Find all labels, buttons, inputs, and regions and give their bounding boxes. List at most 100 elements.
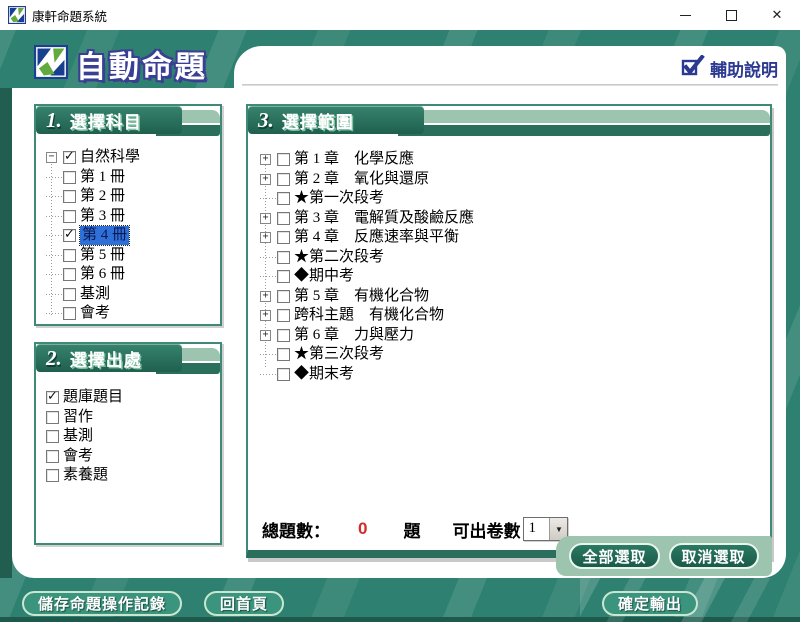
paper-count-value: 1	[524, 518, 549, 540]
checkbox-unchecked[interactable]	[63, 190, 76, 203]
select-all-button[interactable]: 全部選取	[569, 543, 659, 569]
tree-item-label[interactable]: 第 6 冊	[80, 265, 125, 284]
tree-item-label[interactable]: 素養題	[63, 466, 108, 485]
home-button[interactable]: 回首頁	[204, 591, 284, 616]
total-questions-value: 0	[358, 519, 367, 539]
tree-item-label[interactable]: ★第一次段考	[294, 189, 384, 208]
source-row: 素養題	[46, 466, 216, 486]
tree-connector	[46, 216, 63, 217]
checkbox-unchecked[interactable]	[277, 231, 290, 244]
tree-item-label[interactable]: 基測	[80, 285, 110, 304]
tree-connector	[260, 198, 277, 199]
paper-count-label: 可出卷數	[452, 517, 520, 542]
checked-box-icon	[681, 55, 705, 82]
checkbox-unchecked[interactable]	[277, 153, 290, 166]
checkbox-unchecked[interactable]	[46, 411, 59, 424]
maximize-button[interactable]	[708, 0, 754, 30]
tree-item-label[interactable]: 第 2 章 氧化與還原	[294, 170, 429, 189]
tree-item-label[interactable]: 第 4 冊	[80, 226, 129, 245]
source-row: 習作	[46, 408, 216, 428]
scope-row: ★第二次段考	[260, 248, 766, 268]
tree-item-label[interactable]: 跨科主題 有機化合物	[294, 306, 444, 325]
scope-row: + 跨科主題 有機化合物	[260, 306, 766, 326]
scope-row: + 第 1 章 化學反應	[260, 150, 766, 170]
expand-icon[interactable]: +	[260, 310, 271, 321]
tree-item-label[interactable]: 第 3 冊	[80, 207, 125, 226]
help-link[interactable]: 輔助說明	[681, 55, 778, 82]
tree-item-label[interactable]: 題庫題目	[63, 388, 123, 407]
panel2-header: 2. 選擇出處	[36, 344, 220, 376]
tree-item-label[interactable]: ◆期末考	[294, 365, 354, 384]
tree-item-label[interactable]: 第 2 冊	[80, 187, 125, 206]
expand-icon[interactable]: +	[260, 330, 271, 341]
tree-item-label[interactable]: 第 5 冊	[80, 246, 125, 265]
panel-header-tab	[398, 110, 770, 136]
checkbox-unchecked[interactable]	[277, 270, 290, 283]
checkbox-unchecked[interactable]	[63, 249, 76, 262]
tree-connector	[46, 255, 63, 256]
tree-item-label[interactable]: ★第三次段考	[294, 345, 384, 364]
expand-icon[interactable]: +	[260, 154, 271, 165]
checkbox-unchecked[interactable]	[277, 348, 290, 361]
checkbox-unchecked[interactable]	[63, 268, 76, 281]
expand-icon[interactable]: +	[260, 291, 271, 302]
checkbox-unchecked[interactable]	[277, 290, 290, 303]
collapse-icon[interactable]: −	[46, 152, 57, 163]
expand-icon[interactable]: +	[260, 213, 271, 224]
scope-row: ★第三次段考	[260, 345, 766, 365]
checkbox-unchecked[interactable]	[277, 329, 290, 342]
tree-item-label[interactable]: 第 3 章 電解質及酸鹼反應	[294, 209, 474, 228]
question-summary: 總題數： 0 題 可出卷數 1 ▼	[262, 514, 568, 544]
scope-tree: + 第 1 章 化學反應 + 第 2 章 氧化與還原★第一次段考 + 第 3 章 電解質及…	[260, 150, 766, 384]
source-row: 會考	[46, 447, 216, 467]
checkbox-unchecked[interactable]	[46, 469, 59, 482]
checkbox-unchecked[interactable]	[277, 309, 290, 322]
checkbox-unchecked[interactable]	[277, 368, 290, 381]
tree-connector	[260, 374, 277, 375]
app-logo-icon-large	[34, 45, 68, 84]
tree-connector	[46, 196, 63, 197]
checkbox-unchecked[interactable]	[46, 450, 59, 463]
checkbox-unchecked[interactable]	[63, 288, 76, 301]
header-divider	[242, 84, 778, 86]
checkbox-unchecked[interactable]	[63, 210, 76, 223]
tree-item-label[interactable]: 習作	[63, 408, 93, 427]
checkbox-checked[interactable]	[63, 229, 76, 242]
tree-item-label[interactable]: 會考	[80, 304, 110, 323]
expand-icon[interactable]: +	[260, 232, 271, 243]
tree-item-label[interactable]: 自然科學	[80, 148, 140, 167]
tree-item-label[interactable]: 基測	[63, 427, 93, 446]
checkbox-unchecked[interactable]	[277, 192, 290, 205]
panel1-number: 1.	[46, 108, 62, 133]
checkbox-unchecked[interactable]	[277, 212, 290, 225]
scope-row: + 第 6 章 力與壓力	[260, 326, 766, 346]
checkbox-checked[interactable]	[46, 391, 59, 404]
minimize-button[interactable]	[662, 0, 708, 30]
tree-item-label[interactable]: 第 4 章 反應速率與平衡	[294, 228, 459, 247]
checkbox-unchecked[interactable]	[63, 307, 76, 320]
tree-item-label[interactable]: ◆期中考	[294, 267, 354, 286]
subject-child-row: 第 3 冊	[46, 207, 216, 227]
tree-connector	[46, 294, 63, 295]
deselect-all-button[interactable]: 取消選取	[669, 543, 759, 569]
panel2-number: 2.	[46, 346, 62, 371]
left-edge-strip	[0, 88, 12, 578]
tree-item-label[interactable]: 第 6 章 力與壓力	[294, 326, 414, 345]
save-record-button[interactable]: 儲存命題操作記錄	[22, 591, 182, 616]
checkbox-unchecked[interactable]	[46, 430, 59, 443]
tree-item-label[interactable]: 第 1 冊	[80, 168, 125, 187]
subject-child-row: 第 1 冊	[46, 168, 216, 188]
scope-row: + 第 3 章 電解質及酸鹼反應	[260, 209, 766, 229]
tree-item-label[interactable]: 會考	[63, 447, 93, 466]
tree-item-label[interactable]: 第 1 章 化學反應	[294, 150, 414, 169]
close-button[interactable]: ✕	[754, 0, 800, 30]
tree-item-label[interactable]: ★第二次段考	[294, 248, 384, 267]
expand-icon[interactable]: +	[260, 174, 271, 185]
checkbox-checked[interactable]	[63, 151, 76, 164]
checkbox-unchecked[interactable]	[63, 171, 76, 184]
checkbox-unchecked[interactable]	[277, 251, 290, 264]
tree-item-label[interactable]: 第 5 章 有機化合物	[294, 287, 429, 306]
scope-row: + 第 5 章 有機化合物	[260, 287, 766, 307]
confirm-output-button[interactable]: 確定輸出	[602, 591, 698, 616]
checkbox-unchecked[interactable]	[277, 173, 290, 186]
